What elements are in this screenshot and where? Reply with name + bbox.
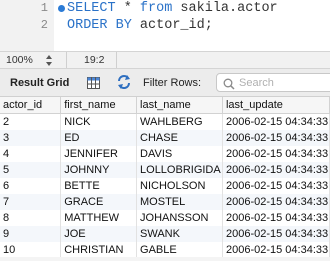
cell-last-update[interactable]: 2006-02-15 04:34:33 (222, 178, 330, 194)
search-input[interactable] (239, 75, 330, 90)
table-row[interactable]: 8 MATTHEW JOHANSSON 2006-02-15 04:34:33 (0, 210, 330, 226)
grid-header-row: actor_id first_name last_name last_updat… (0, 97, 330, 114)
grid-icon[interactable] (87, 76, 100, 89)
cell-last-name[interactable]: NICHOLSON (136, 178, 223, 194)
editor-line-1[interactable]: 1 SELECT * from sakila.actor (0, 0, 330, 17)
table-row[interactable]: 6 BETTE NICHOLSON 2006-02-15 04:34:33 (0, 178, 330, 194)
cell-last-update[interactable]: 2006-02-15 04:34:33 (222, 242, 330, 258)
table-row[interactable]: 3 ED CHASE 2006-02-15 04:34:33 (0, 130, 330, 146)
line-number: 2 (40, 18, 48, 32)
divider (116, 52, 117, 68)
editor-status-bar: 100% 19:2 (0, 51, 330, 69)
column-header-actor-id[interactable]: actor_id (0, 97, 62, 114)
cell-last-name[interactable]: LOLLOBRIGIDA (136, 162, 223, 178)
cell-last-update[interactable]: 2006-02-15 04:34:33 (222, 146, 330, 162)
breakpoint-dot-icon[interactable] (58, 5, 65, 12)
column-header-first-name[interactable]: first_name (60, 97, 138, 114)
sql-text: actor_id; (131, 18, 213, 33)
filter-search-field[interactable] (216, 73, 330, 92)
code-text[interactable]: ORDER BY actor_id; (67, 17, 213, 34)
cell-last-name[interactable]: MOSTEL (136, 194, 223, 210)
chevron-updown-icon[interactable] (46, 53, 54, 67)
cell-last-name[interactable]: WAHLBERG (136, 113, 223, 130)
result-grid-label: Result Grid (10, 77, 70, 89)
cell-last-update[interactable]: 2006-02-15 04:34:33 (222, 226, 330, 242)
cell-last-update[interactable]: 2006-02-15 04:34:33 (222, 162, 330, 178)
filter-rows-label: Filter Rows: (143, 77, 202, 89)
cursor-position: 19:2 (84, 54, 105, 66)
cell-last-update[interactable]: 2006-02-15 04:34:33 (222, 113, 330, 130)
cell-first-name[interactable]: JOHNNY (60, 162, 138, 178)
sql-text: sakila.actor (172, 1, 278, 16)
table-row[interactable]: 4 JENNIFER DAVIS 2006-02-15 04:34:33 (0, 146, 330, 162)
result-grid[interactable]: actor_id first_name last_name last_updat… (0, 97, 330, 258)
column-header-last-update[interactable]: last_update (222, 97, 330, 114)
cell-actor-id[interactable]: 8 (0, 210, 62, 226)
cell-first-name[interactable]: JENNIFER (60, 146, 138, 162)
sql-editor[interactable]: 1 SELECT * from sakila.actor 2 ORDER BY … (0, 0, 330, 51)
cell-first-name[interactable]: GRACE (60, 194, 138, 210)
code-text[interactable]: SELECT * from sakila.actor (67, 0, 278, 17)
cell-actor-id[interactable]: 6 (0, 178, 62, 194)
cell-first-name[interactable]: CHRISTIAN (60, 242, 138, 258)
cell-first-name[interactable]: NICK (60, 113, 138, 130)
cell-actor-id[interactable]: 3 (0, 130, 62, 146)
line-number: 1 (40, 1, 48, 15)
cell-last-update[interactable]: 2006-02-15 04:34:33 (222, 210, 330, 226)
cell-last-name[interactable]: DAVIS (136, 146, 223, 162)
cell-actor-id[interactable]: 10 (0, 242, 62, 258)
column-header-last-name[interactable]: last_name (136, 97, 223, 114)
zoom-level[interactable]: 100% (6, 54, 33, 66)
cell-last-update[interactable]: 2006-02-15 04:34:33 (222, 130, 330, 146)
result-toolbar: Result Grid Filter Rows: (0, 69, 330, 97)
table-row[interactable]: 10 CHRISTIAN GABLE 2006-02-15 04:34:33 (0, 242, 330, 258)
refresh-icon[interactable] (116, 74, 132, 90)
cell-first-name[interactable]: BETTE (60, 178, 138, 194)
cell-last-name[interactable]: JOHANSSON (136, 210, 223, 226)
sql-keyword: SELECT (67, 1, 116, 16)
search-icon (223, 77, 235, 90)
grid-bottom-edge (0, 257, 330, 261)
cell-actor-id[interactable]: 7 (0, 194, 62, 210)
cell-first-name[interactable]: MATTHEW (60, 210, 138, 226)
cell-actor-id[interactable]: 2 (0, 113, 62, 130)
sql-keyword: ORDER BY (67, 18, 132, 33)
sql-text: * (115, 1, 140, 16)
table-row[interactable]: 2 NICK WAHLBERG 2006-02-15 04:34:33 (0, 113, 330, 130)
cell-first-name[interactable]: ED (60, 130, 138, 146)
table-row[interactable]: 9 JOE SWANK 2006-02-15 04:34:33 (0, 226, 330, 242)
cell-actor-id[interactable]: 4 (0, 146, 62, 162)
cell-last-name[interactable]: GABLE (136, 242, 223, 258)
cell-first-name[interactable]: JOE (60, 226, 138, 242)
cell-actor-id[interactable]: 9 (0, 226, 62, 242)
table-row[interactable]: 5 JOHNNY LOLLOBRIGIDA 2006-02-15 04:34:3… (0, 162, 330, 178)
divider (66, 52, 67, 68)
cell-actor-id[interactable]: 5 (0, 162, 62, 178)
cell-last-update[interactable]: 2006-02-15 04:34:33 (222, 194, 330, 210)
cell-last-name[interactable]: SWANK (136, 226, 223, 242)
sql-keyword: from (139, 1, 173, 16)
editor-line-2[interactable]: 2 ORDER BY actor_id; (0, 17, 330, 34)
cell-last-name[interactable]: CHASE (136, 130, 223, 146)
table-row[interactable]: 7 GRACE MOSTEL 2006-02-15 04:34:33 (0, 194, 330, 210)
